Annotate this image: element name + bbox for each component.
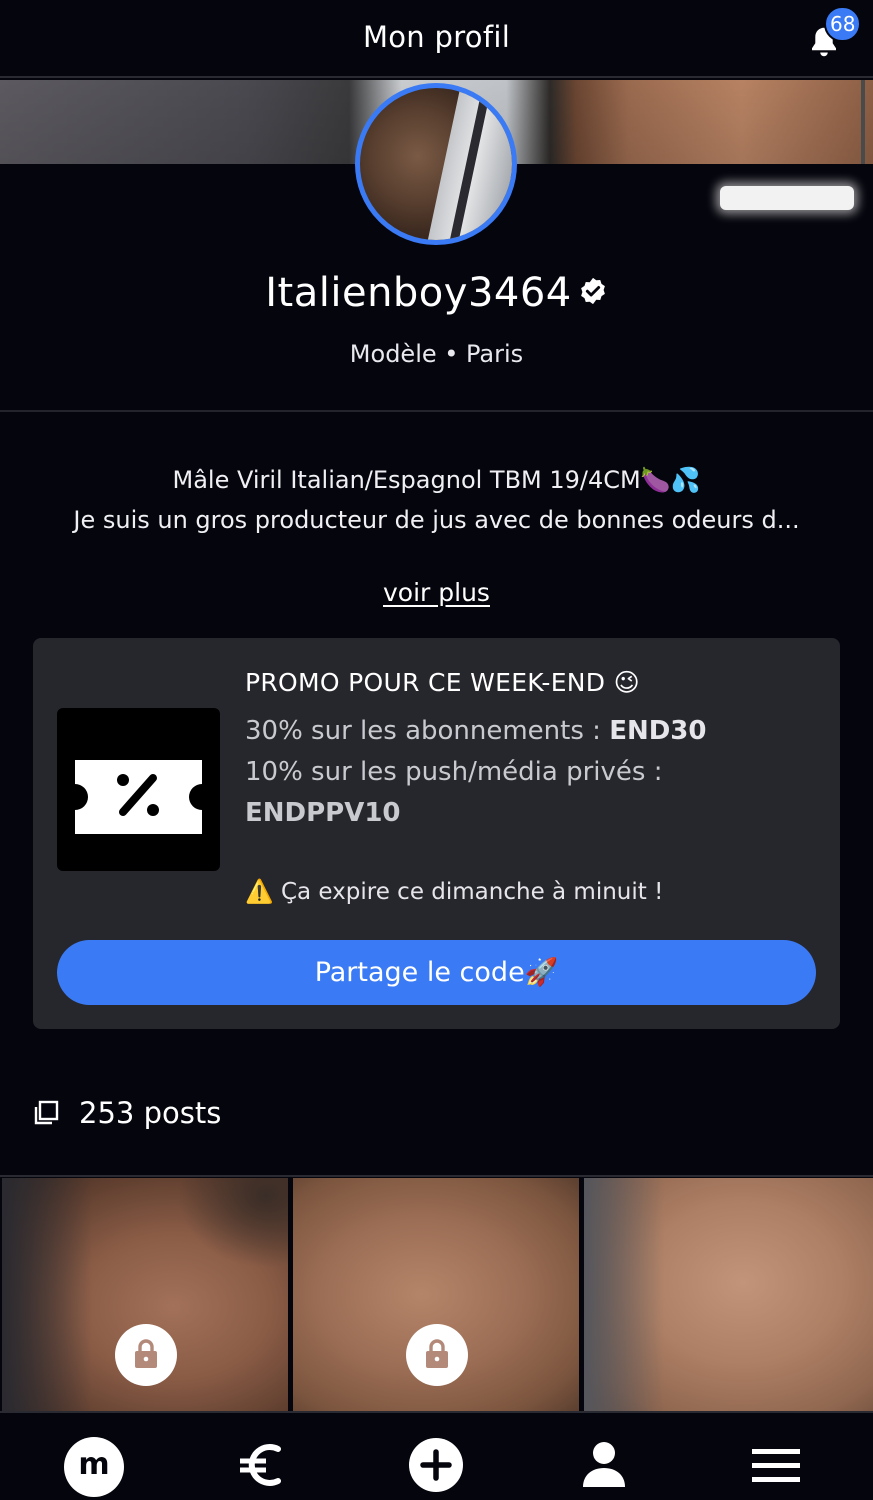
add-icon[interactable]: [406, 1435, 466, 1495]
username: Italienboy3464: [265, 270, 572, 316]
posts-stack-icon: [34, 1100, 59, 1125]
username-row: Italienboy3464: [0, 270, 873, 316]
promo-title: PROMO POUR CE WEEK-END 😉: [245, 668, 640, 697]
avatar[interactable]: [355, 83, 517, 245]
post-thumbnail[interactable]: [2, 1178, 288, 1411]
posts-count: 253 posts: [79, 1096, 222, 1130]
page-title: Mon profil: [362, 20, 511, 54]
bio-line-2: Je suis un gros producteur de jus avec d…: [73, 506, 800, 534]
post-thumbnail[interactable]: [584, 1178, 873, 1411]
promo-card: PROMO POUR CE WEEK-END 😉 30% sur les abo…: [33, 638, 840, 1029]
bottom-navigation: m: [0, 1411, 873, 1500]
see-more-link[interactable]: voir plus: [0, 578, 873, 607]
top-bar: Mon profil 68: [0, 0, 873, 78]
verified-badge-icon: [580, 277, 605, 305]
lock-icon: [406, 1324, 468, 1386]
divider: [0, 410, 873, 412]
notification-count-badge: 68: [824, 6, 862, 42]
share-code-button[interactable]: Partage le code🚀: [57, 940, 816, 1005]
menu-icon[interactable]: [746, 1435, 806, 1495]
lock-icon: [115, 1324, 177, 1386]
home-m-icon[interactable]: m: [64, 1437, 124, 1497]
profile-icon[interactable]: [574, 1435, 634, 1495]
promo-line-1: 30% sur les abonnements : END30: [245, 716, 707, 746]
promo-expiry-warning: ⚠️ Ça expire ce dimanche à minuit !: [245, 879, 664, 905]
profile-subtitle: Modèle • Paris: [349, 340, 524, 368]
promo-code-subscriptions: END30: [609, 716, 707, 746]
grid-divider: [0, 1175, 873, 1177]
promo-code-ppv: ENDPPV10: [245, 798, 401, 828]
redacted-label: [720, 186, 854, 210]
euro-icon[interactable]: [232, 1435, 292, 1495]
promo-line-2: 10% sur les push/média privés :: [245, 757, 663, 787]
coupon-icon: [57, 708, 220, 871]
post-thumbnail[interactable]: [293, 1178, 579, 1411]
bio-line-1: Mâle Viril Italian/Espagnol TBM 19/4CM🍆💦: [172, 466, 701, 494]
